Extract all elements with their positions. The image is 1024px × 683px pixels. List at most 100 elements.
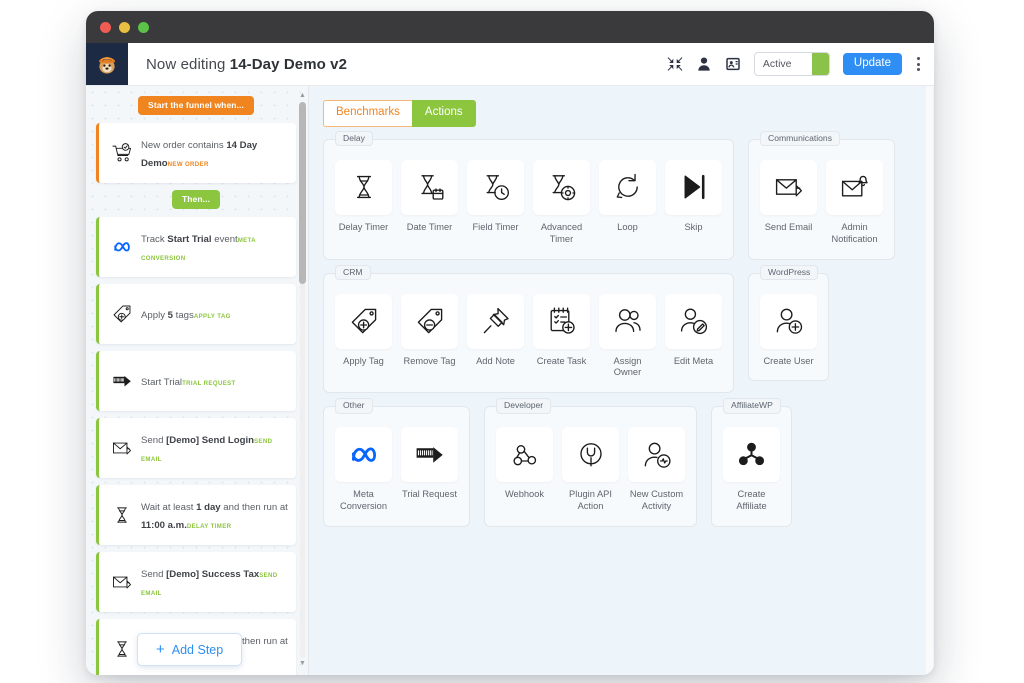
action-group-delay: Delay Delay Timer Date Timer Field Timer Adv… [323, 130, 734, 260]
action-group-label: AffiliateWP [723, 398, 781, 414]
funnel-step-title: Send [Demo] Success Tax [141, 569, 260, 580]
webhook-icon [496, 427, 553, 483]
hourglass-icon [105, 638, 139, 660]
action-tiles: Create User [760, 293, 817, 368]
funnel-step-card[interactable]: Track Start Trial eventMETA CONVERSION [96, 217, 296, 277]
funnel-step-title: Send [Demo] Send Login [141, 435, 255, 446]
kebab-menu-icon[interactable] [915, 55, 922, 73]
action-group-affiliatewp: AffiliateWP Create Affiliate [711, 398, 792, 528]
close-window-button[interactable] [100, 21, 111, 33]
action-tile-loop[interactable]: Loop [599, 159, 656, 234]
action-tile-label: Create Affiliate [736, 489, 767, 512]
action-tile-create-user[interactable]: Create User [760, 293, 817, 368]
action-tile-webhook[interactable]: Webhook [496, 427, 553, 501]
action-group-label: CRM [335, 264, 371, 281]
action-tile-label: Date Timer [406, 221, 453, 232]
action-group-crm: CRM Apply Tag Remove Tag Add Note Create Tas… [323, 264, 734, 394]
header-actions: Active Update [667, 52, 934, 76]
action-tile-admin-notification[interactable]: Admin Notification [826, 159, 883, 246]
hourglass-icon [335, 159, 392, 215]
funnel-step-card[interactable]: Send [Demo] Send LoginSEND EMAIL [96, 418, 296, 478]
tab-benchmarks[interactable]: Benchmarks [323, 100, 412, 127]
action-tile-remove-tag[interactable]: Remove Tag [401, 293, 458, 368]
scroll-up-arrow-icon[interactable]: ▲ [299, 92, 306, 100]
action-tile-date-timer[interactable]: Date Timer [401, 159, 458, 234]
action-tile-label: Delay Timer [338, 221, 389, 232]
action-group-label: Delay [335, 130, 373, 147]
hourglass-gear-icon [533, 159, 590, 215]
action-group-row: Other Meta Conversion Trial Request Develop… [323, 398, 920, 528]
plus-icon: + [156, 641, 165, 658]
action-tile-add-note[interactable]: Add Note [467, 293, 524, 368]
hourglass-calendar-icon [401, 159, 458, 215]
action-tile-field-timer[interactable]: Field Timer [467, 159, 524, 234]
funnel-step-card[interactable]: Apply 5 tagsAPPLY TAG [96, 284, 296, 344]
app-header: Now editing 14-Day Demo v2 Active Update [86, 43, 934, 86]
funnel-step-type: APPLY TAG [193, 313, 231, 320]
funnel-step-type: TRIAL REQUEST [182, 380, 236, 387]
contact-icon[interactable] [696, 56, 712, 72]
users-icon [599, 293, 656, 349]
action-tile-label: Skip [684, 221, 703, 232]
action-tile-create-task[interactable]: Create Task [533, 293, 590, 368]
funnel-scrollbar-thumb[interactable] [299, 102, 306, 284]
tag-plus-icon [335, 293, 392, 349]
action-tile-label: Send Email [764, 221, 813, 232]
meta-infinity-icon [105, 236, 139, 258]
page-title: Now editing 14-Day Demo v2 [146, 56, 347, 73]
checklist-plus-icon [533, 293, 590, 349]
envelope-send-icon [760, 159, 817, 215]
status-select[interactable]: Active [753, 52, 830, 76]
funnel-step-card[interactable]: New order contains 14 Day DemoNEW ORDER [96, 123, 296, 183]
maximize-window-button[interactable] [138, 21, 149, 33]
tab-actions[interactable]: Actions [411, 100, 476, 127]
funnel-scrollbar[interactable]: ▲ ▼ [299, 92, 306, 668]
action-tile-advanced-timer[interactable]: Advanced Timer [533, 159, 590, 246]
funnel-step-title: Apply 5 tags [141, 310, 194, 321]
action-tile-label: Admin Notification [831, 221, 878, 244]
funnel-step-text: Send [Demo] Success TaxSEND EMAIL [139, 564, 288, 600]
meta-infinity-icon [335, 427, 392, 483]
action-tile-label: Loop [617, 221, 638, 232]
action-tile-label: Plugin API Action [569, 489, 612, 512]
page-title-name: 14-Day Demo v2 [229, 55, 348, 73]
minimize-window-button[interactable] [119, 21, 130, 33]
funnel-step-text: Apply 5 tagsAPPLY TAG [139, 305, 288, 323]
action-tile-create-affiliate[interactable]: Create Affiliate [723, 427, 780, 513]
envelope-send-icon [105, 437, 139, 459]
funnel-step-card[interactable]: Start TrialTRIAL REQUEST [96, 351, 296, 411]
funnel-step-type: DELAY TIMER [186, 523, 232, 530]
action-tiles: Delay Timer Date Timer Field Timer Advanced… [335, 159, 722, 246]
action-tile-apply-tag[interactable]: Apply Tag [335, 293, 392, 368]
add-step-button[interactable]: + Add Step [137, 633, 243, 666]
update-button[interactable]: Update [842, 52, 902, 76]
then-badge: Then... [171, 190, 221, 209]
action-tile-new-custom-activity[interactable]: New Custom Activity [628, 427, 685, 513]
funnel-step-card[interactable]: Wait at least 1 day and then run at 11:0… [96, 485, 296, 545]
funnel-step-text: Start TrialTRIAL REQUEST [139, 372, 288, 390]
action-tile-label: Trial Request [402, 489, 457, 500]
scroll-down-arrow-icon[interactable]: ▼ [299, 660, 306, 668]
canvas-scrollbar[interactable] [926, 86, 933, 675]
action-tile-delay-timer[interactable]: Delay Timer [335, 159, 392, 234]
action-tile-edit-meta[interactable]: Edit Meta [665, 293, 722, 368]
action-tile-skip[interactable]: Skip [665, 159, 722, 234]
action-tile-meta-conversion[interactable]: Meta Conversion [335, 427, 392, 513]
funnel-step-text: Wait at least 1 day and then run at 11:0… [139, 497, 288, 533]
affiliate-node-icon [723, 427, 780, 483]
action-tile-plugin-api-action[interactable]: Plugin API Action [562, 427, 619, 513]
app-logo-icon[interactable] [86, 43, 128, 85]
action-group-wordpress: WordPress Create User [748, 264, 829, 382]
action-tile-assign-owner[interactable]: Assign Owner [599, 293, 656, 380]
window-titlebar [86, 11, 934, 43]
funnel-step-card[interactable]: Send [Demo] Success TaxSEND EMAIL [96, 552, 296, 612]
action-tile-trial-request[interactable]: Trial Request [401, 427, 458, 501]
funnel-step-text: New order contains 14 Day DemoNEW ORDER [139, 135, 288, 171]
collapse-icon[interactable] [667, 56, 683, 72]
action-tile-label: Field Timer [472, 221, 519, 232]
id-card-icon[interactable] [725, 56, 741, 72]
action-group-label: Other [335, 398, 373, 414]
action-tile-send-email[interactable]: Send Email [760, 159, 817, 234]
action-group-label: Developer [496, 398, 552, 414]
action-tile-label: Edit Meta [673, 355, 714, 366]
